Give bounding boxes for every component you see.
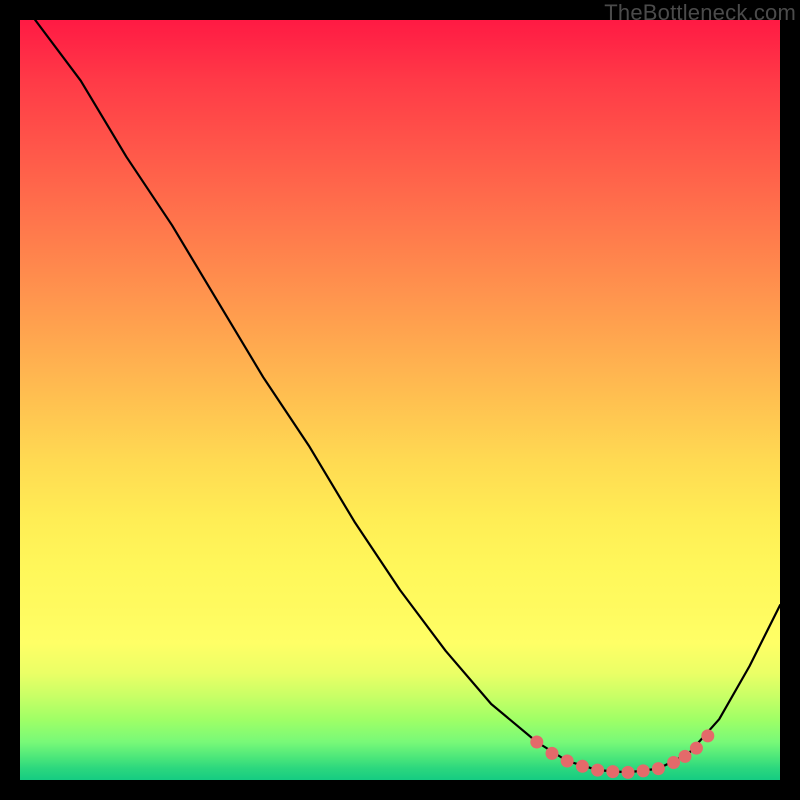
bottleneck-curve: [35, 20, 780, 772]
chart-frame: [20, 20, 780, 780]
highlight-dot: [561, 755, 574, 768]
highlight-dot: [606, 765, 619, 778]
highlight-dot: [546, 747, 559, 760]
highlight-dot: [576, 760, 589, 773]
highlight-dot: [622, 766, 635, 779]
highlight-dot: [667, 756, 680, 769]
highlight-dot: [652, 762, 665, 775]
highlight-dot: [637, 764, 650, 777]
highlight-dot: [530, 736, 543, 749]
highlight-dot: [701, 729, 714, 742]
highlight-dot: [690, 742, 703, 755]
watermark-text: TheBottleneck.com: [604, 0, 796, 26]
curve-overlay: [20, 20, 780, 780]
highlight-dot: [591, 764, 604, 777]
highlight-dot: [679, 750, 692, 763]
highlight-dots: [530, 729, 714, 779]
